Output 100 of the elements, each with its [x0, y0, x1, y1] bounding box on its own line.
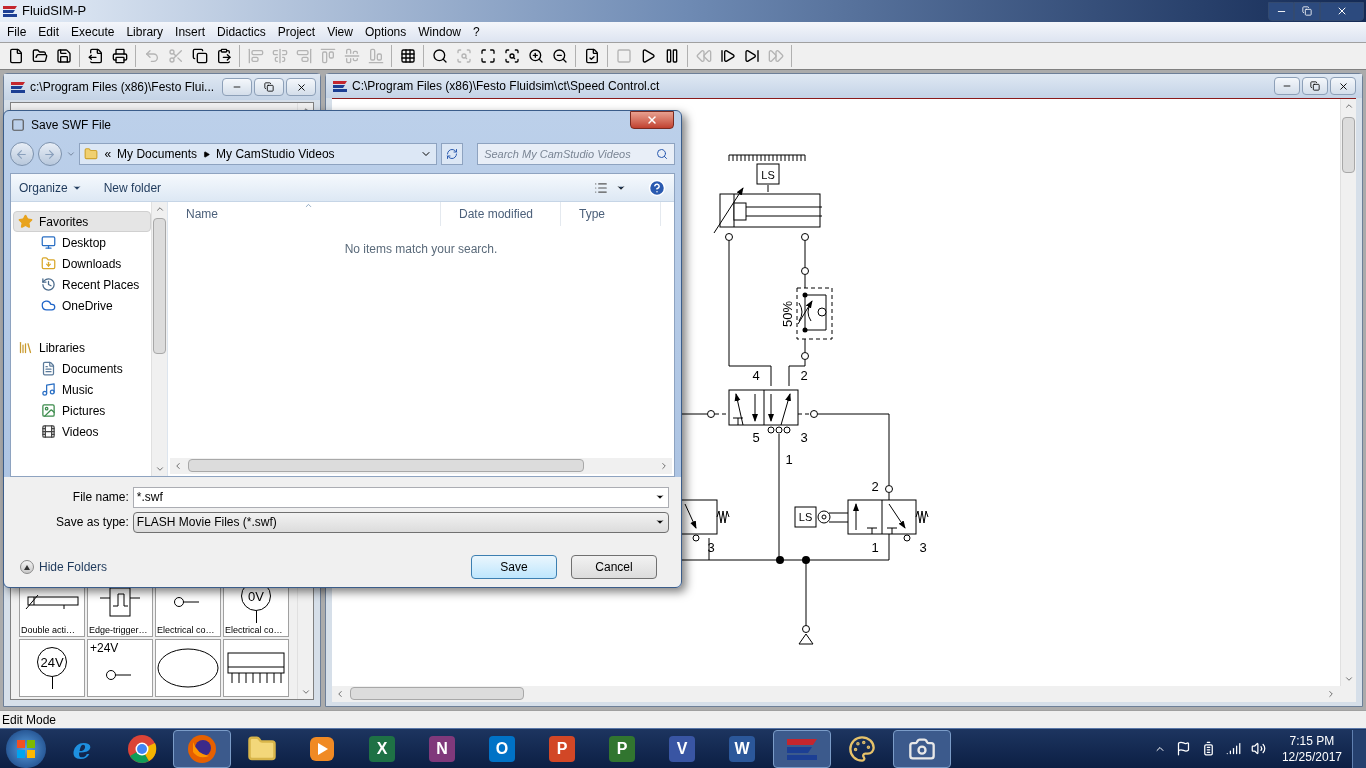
overflow-chevron[interactable]: «: [104, 145, 112, 163]
scrollbar-thumb[interactable]: [1342, 117, 1355, 173]
nav-item[interactable]: Pictures: [13, 400, 151, 421]
monitor-icon: [41, 235, 56, 250]
refresh-icon: [446, 148, 459, 160]
tile-label: Edge-trigger…: [88, 624, 149, 636]
taskbar-button[interactable]: [893, 729, 951, 768]
browser-icon: [187, 733, 217, 764]
restore-button[interactable]: [1302, 77, 1328, 95]
nav-item[interactable]: OneDrive: [13, 295, 151, 316]
organize-button[interactable]: Organize: [19, 178, 82, 197]
nav-group[interactable]: Favorites: [13, 211, 151, 232]
scroll-right-icon[interactable]: [1326, 689, 1336, 699]
taskbar-button[interactable]: W: [713, 729, 771, 768]
taskbar-button[interactable]: P: [593, 729, 651, 768]
empty-message: No items match your search.: [344, 241, 498, 258]
search-field[interactable]: Search My CamStudio Videos: [477, 143, 675, 165]
menu-item[interactable]: File: [1, 23, 33, 41]
view-button[interactable]: [594, 180, 626, 195]
port-circle: [885, 485, 893, 493]
start-button[interactable]: [6, 729, 46, 768]
scroll-down-icon[interactable]: [1343, 674, 1354, 684]
nav-item[interactable]: Documents: [13, 358, 151, 379]
scroll-down-icon[interactable]: [300, 687, 311, 697]
save-type-dropdown[interactable]: FLASH Movie Files (*.swf): [132, 511, 669, 533]
menu-item[interactable]: Didactics: [211, 23, 272, 41]
logo-icon: [10, 80, 26, 94]
library-tile[interactable]: +24V: [87, 639, 153, 697]
scroll-right-icon[interactable]: [659, 461, 669, 471]
new-folder-button[interactable]: New folder: [103, 178, 162, 197]
search-icon[interactable]: [656, 148, 668, 160]
taskbar-button[interactable]: V: [653, 729, 711, 768]
scroll-up-icon[interactable]: [154, 204, 165, 214]
forward-button[interactable]: [37, 142, 62, 166]
clock[interactable]: 7:15 PM 12/25/2017: [1281, 732, 1342, 765]
menu-item[interactable]: Insert: [169, 23, 212, 41]
menu-item[interactable]: Edit: [32, 23, 66, 41]
back-button[interactable]: [10, 142, 34, 166]
scroll-left-icon[interactable]: [173, 461, 183, 471]
address-bar[interactable]: « My Documents My CamStudio Videos: [79, 143, 438, 165]
menu-item[interactable]: Window: [412, 23, 467, 41]
taskbar-button[interactable]: e: [53, 729, 111, 768]
menu-item[interactable]: Execute: [65, 23, 121, 41]
column-header[interactable]: Type: [561, 202, 661, 226]
vertical-scrollbar[interactable]: [1340, 99, 1356, 686]
close-button[interactable]: [286, 78, 317, 96]
scroll-left-icon[interactable]: [335, 689, 345, 699]
column-header[interactable]: Date modified: [441, 202, 561, 226]
sensor-label: LS: [761, 168, 775, 181]
nav-group[interactable]: Libraries: [13, 337, 151, 358]
port-label: 4: [752, 368, 760, 383]
nav-item[interactable]: Desktop: [13, 232, 151, 253]
menu-item[interactable]: View: [321, 23, 359, 41]
column-header[interactable]: Name: [168, 202, 441, 226]
vertical-scrollbar[interactable]: [151, 202, 167, 476]
horizontal-scrollbar[interactable]: [332, 686, 1356, 702]
port-circle: [801, 233, 809, 241]
restore-button[interactable]: [254, 78, 285, 96]
palette-icon: [848, 734, 876, 763]
breadcrumb-item[interactable]: My Documents: [117, 145, 198, 163]
list-view-icon: [594, 180, 608, 195]
speaker-icon[interactable]: [1250, 741, 1266, 756]
nav-item[interactable]: Videos: [13, 421, 151, 442]
scrollbar-thumb[interactable]: [350, 687, 524, 700]
restore-button[interactable]: [1294, 1, 1320, 21]
menu-item[interactable]: Library: [120, 23, 170, 41]
taskbar-button[interactable]: N: [413, 729, 471, 768]
help-icon[interactable]: [648, 178, 666, 197]
library-tile[interactable]: [155, 639, 221, 697]
cancel-button[interactable]: Cancel: [571, 555, 657, 579]
horizontal-scrollbar[interactable]: [170, 458, 672, 474]
save-button[interactable]: Save: [471, 555, 557, 579]
library-tile[interactable]: [223, 639, 289, 697]
signal-icon[interactable]: [1225, 741, 1241, 756]
file-name-field[interactable]: *.swf: [132, 486, 669, 508]
scroll-down-icon[interactable]: [154, 464, 165, 474]
scrollbar-thumb[interactable]: [153, 218, 166, 354]
port-label: 5: [752, 430, 760, 445]
nav-item[interactable]: Recent Places: [13, 274, 151, 295]
hide-folders-button[interactable]: Hide Folders: [20, 558, 108, 576]
close-button[interactable]: [1330, 77, 1356, 95]
library-tile[interactable]: 24V: [19, 639, 85, 697]
app-tile-icon: X: [369, 735, 395, 762]
menu-item[interactable]: ?: [467, 23, 486, 41]
nav-item[interactable]: Downloads: [13, 253, 151, 274]
refresh-button[interactable]: [441, 143, 464, 165]
menu-item[interactable]: Options: [358, 23, 413, 41]
scroll-up-icon[interactable]: [1343, 101, 1354, 111]
scrollbar-thumb[interactable]: [188, 459, 584, 472]
flag-icon[interactable]: [1175, 741, 1191, 756]
show-desktop-button[interactable]: [1352, 729, 1366, 768]
taskbar-button[interactable]: X: [353, 729, 411, 768]
taskbar-button[interactable]: O: [473, 729, 531, 768]
breadcrumb-separator-icon[interactable]: [203, 150, 211, 158]
breadcrumb-item[interactable]: My CamStudio Videos: [216, 145, 335, 163]
sensor-label: LS: [798, 511, 813, 523]
taskbar-button[interactable]: P: [533, 729, 591, 768]
menu-item[interactable]: Project: [271, 23, 322, 41]
close-button[interactable]: [630, 111, 674, 129]
nav-item[interactable]: Music: [13, 379, 151, 400]
